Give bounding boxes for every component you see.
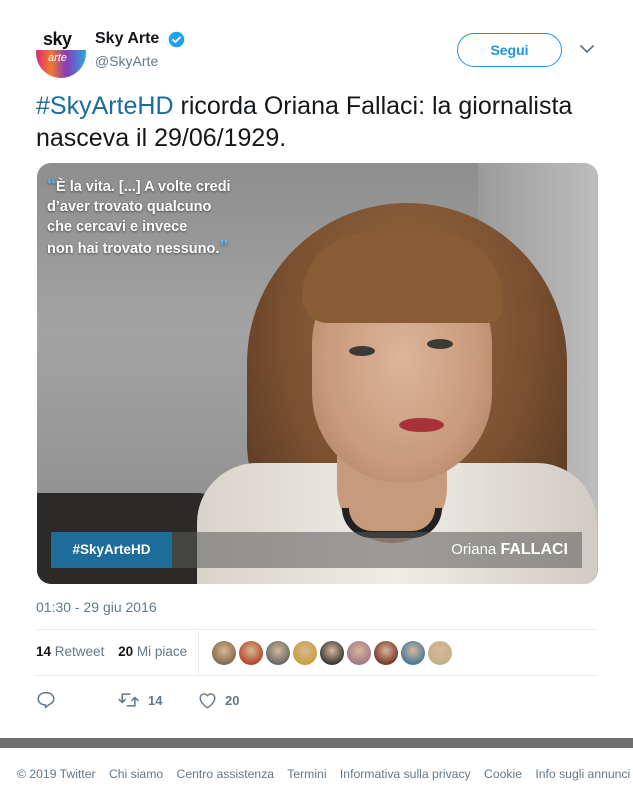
verified-icon <box>168 31 185 47</box>
reply-button[interactable] <box>36 689 64 711</box>
handle[interactable]: @SkyArte <box>95 53 185 69</box>
avatar-logo-arte: arte <box>48 52 67 64</box>
divider <box>36 629 597 630</box>
quote-line: È la vita. [...] A volte credi <box>56 179 231 195</box>
like-button[interactable]: 20 <box>198 689 239 711</box>
footer-copyright: © 2019 Twitter <box>17 767 96 781</box>
retweet-count: 14 <box>148 692 163 708</box>
tweet-photo[interactable]: “È la vita. [...] A volte credi d’aver t… <box>37 163 598 584</box>
heart-icon <box>199 692 216 709</box>
retweet-stat[interactable]: 14 Retweet <box>36 644 104 659</box>
footer-link[interactable]: Cookie <box>484 767 522 781</box>
divider <box>36 675 597 676</box>
follow-button[interactable]: Segui <box>457 33 562 67</box>
photo-caption-bar: #SkyArteHD Oriana FALLACI <box>51 532 582 568</box>
liker-avatar[interactable] <box>293 641 317 665</box>
user-info: Sky Arte @SkyArte <box>95 30 185 69</box>
reply-icon <box>37 691 55 709</box>
avatar-logo-disc: arte <box>36 50 86 78</box>
photo-quote: “È la vita. [...] A volte credi d’aver t… <box>47 175 287 259</box>
hashtag-link[interactable]: #SkyArteHD <box>36 92 174 120</box>
liker-avatar[interactable] <box>428 641 452 665</box>
footer: © 2019 Twitter Chi siamo Centro assisten… <box>17 767 630 781</box>
quote-line: che cercavi e invece <box>47 219 188 235</box>
liker-avatar[interactable] <box>347 641 371 665</box>
quote-line: d’aver trovato qualcuno <box>47 199 212 215</box>
footer-link[interactable]: Centro assistenza <box>177 767 275 781</box>
footer-link[interactable]: Informativa sulla privacy <box>340 767 471 781</box>
close-quote-icon: ” <box>219 237 229 257</box>
photo-caption-hashtag: #SkyArteHD <box>51 532 172 568</box>
like-stat[interactable]: 20 Mi piace <box>118 644 187 659</box>
liker-avatar[interactable] <box>320 641 344 665</box>
footer-link[interactable]: Termini <box>287 767 326 781</box>
stats-divider <box>198 631 199 675</box>
photo-caption-name: Oriana FALLACI <box>451 541 568 558</box>
liker-avatar[interactable] <box>401 641 425 665</box>
page-divider-bar <box>0 738 633 748</box>
chevron-down-icon[interactable] <box>580 44 594 54</box>
retweet-icon <box>118 693 139 707</box>
footer-link[interactable]: Chi siamo <box>109 767 163 781</box>
avatar[interactable]: sky arte <box>36 28 86 78</box>
liker-avatar[interactable] <box>212 641 236 665</box>
tweet-text: #SkyArteHD ricorda Oriana Fallaci: la gi… <box>36 90 596 154</box>
display-name[interactable]: Sky Arte <box>95 30 159 48</box>
liker-avatar[interactable] <box>266 641 290 665</box>
timestamp[interactable]: 01:30 - 29 giu 2016 <box>36 599 157 615</box>
tweet-actions: 14 20 <box>36 689 336 711</box>
liker-avatar[interactable] <box>239 641 263 665</box>
likers-avatars <box>212 641 452 665</box>
tweet-card: sky arte Sky Arte @SkyArte Segui #SkyArt… <box>0 0 633 738</box>
tweet-stats: 14 Retweet 20 Mi piace <box>36 644 197 659</box>
quote-line: non hai trovato nessuno. <box>47 241 220 257</box>
avatar-logo-sky: sky <box>43 29 72 49</box>
liker-avatar[interactable] <box>374 641 398 665</box>
retweet-button[interactable]: 14 <box>118 689 162 711</box>
footer-link[interactable]: Info sugli annunci <box>535 767 630 781</box>
open-quote-icon: “ <box>47 175 56 195</box>
like-count: 20 <box>225 692 240 708</box>
